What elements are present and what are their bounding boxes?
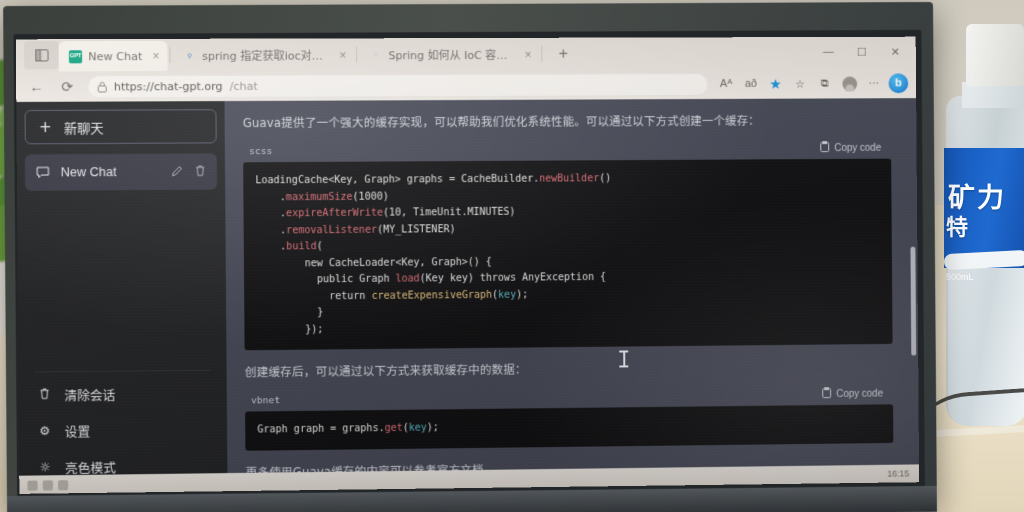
tab-strip: GPT New Chat × ⚲ spring 指定获取ioc对象 - 搜索 ×…	[16, 37, 916, 72]
tab-new-chat[interactable]: GPT New Chat ×	[59, 41, 168, 72]
taskbar-icons	[27, 480, 68, 491]
browser-toolbar-icons: Aᴬ að ★ ☆ ⧉ ··· b	[714, 71, 910, 96]
sun-icon: ☼	[38, 460, 51, 474]
sidebar-item-clear-conversations[interactable]: 清除会话	[27, 375, 219, 413]
pencil-glyph	[171, 164, 183, 176]
sidebar-divider	[35, 370, 211, 373]
copy-code-button[interactable]: Copy code	[820, 141, 881, 155]
bing-glyph: b	[889, 73, 909, 93]
tab-title: spring 指定获取ioc对象 - 搜索	[202, 47, 329, 63]
tab-spring-ioc[interactable]: ◌ Spring 如何从 IoC 容器中获取对 ×	[359, 40, 539, 71]
minimize-button[interactable]: —	[812, 39, 846, 65]
code-content[interactable]: Graph graph = graphs.get(key);	[245, 404, 893, 450]
immersive-reader-icon[interactable]: að	[739, 72, 763, 96]
taskbar-icon[interactable]	[58, 480, 68, 490]
copy-code-button[interactable]: Copy code	[822, 387, 883, 402]
code-content[interactable]: LoadingCache<Key, Graph> graphs = CacheB…	[243, 159, 892, 351]
gear-icon: ⚙	[38, 424, 51, 438]
delete-icon[interactable]	[195, 164, 206, 179]
search-favicon: ⚲	[183, 49, 196, 62]
avatar	[842, 76, 857, 91]
code-block-scss: scss Copy code LoadingCache<Key, Graph> …	[243, 139, 893, 350]
sidebar-item-label: 清除会话	[64, 384, 115, 404]
tab-title: Spring 如何从 IoC 容器中获取对	[388, 47, 514, 63]
bing-copilot-icon[interactable]: b	[887, 71, 911, 95]
clipboard-icon	[820, 141, 829, 155]
loading-favicon: ◌	[369, 49, 382, 62]
window-controls: — ☐ ✕	[812, 37, 912, 67]
water-bottle-cap	[966, 24, 1024, 86]
navigation-bar: ← ⟳ https://chat-gpt.org/chat Aᴬ að ★ ☆ …	[16, 68, 916, 102]
code-language-label: vbnet	[251, 395, 280, 406]
add-favorite-icon[interactable]: ☆	[788, 72, 812, 96]
favorite-star-icon[interactable]: ★	[764, 72, 788, 96]
assistant-message: Guava提供了一个强大的缓存实现，可以帮助我们优化系统性能。可以通过以下方式创…	[224, 98, 919, 483]
taskbar-icon[interactable]	[43, 480, 53, 490]
settings-more-icon[interactable]: ···	[862, 71, 886, 95]
copy-code-label: Copy code	[836, 388, 883, 399]
tab-title: New Chat	[88, 50, 142, 63]
collections-icon[interactable]: ⧉	[813, 72, 837, 96]
tab-separator	[170, 47, 171, 63]
clipboard-icon	[822, 387, 831, 401]
tab-separator	[541, 46, 542, 62]
code-block-vbnet: vbnet Copy code Graph graph = graphs.get…	[245, 384, 893, 450]
chat-message-area: Guava提供了一个强大的缓存实现，可以帮助我们优化系统性能。可以通过以下方式创…	[224, 98, 919, 491]
laptop-screen: GPT New Chat × ⚲ spring 指定获取ioc对象 - 搜索 ×…	[16, 37, 919, 494]
read-aloud-icon[interactable]: Aᴬ	[714, 72, 738, 96]
conversation-title: New Chat	[61, 165, 161, 180]
chatgpt-page: + 新聊天 New Chat 清除会话 ⚙ 设置 ☼ 亮色模式 Guava提供了…	[16, 98, 919, 494]
profile-icon[interactable]	[837, 72, 861, 96]
laptop: GPT New Chat × ⚲ spring 指定获取ioc对象 - 搜索 ×…	[3, 2, 937, 512]
sidebar-item-settings[interactable]: ⚙ 设置	[27, 411, 219, 450]
browser-chrome: GPT New Chat × ⚲ spring 指定获取ioc对象 - 搜索 ×…	[16, 37, 916, 102]
tab-actions-icon[interactable]	[24, 41, 59, 69]
url-host: https://chat-gpt.org	[114, 79, 223, 93]
tab-separator	[356, 46, 357, 62]
address-bar[interactable]: https://chat-gpt.org/chat	[87, 73, 708, 98]
tab-close-icon[interactable]: ×	[152, 49, 159, 63]
tab-spring-search[interactable]: ⚲ spring 指定获取ioc对象 - 搜索 ×	[173, 40, 355, 71]
copy-code-label: Copy code	[834, 142, 881, 153]
maximize-button[interactable]: ☐	[845, 39, 879, 65]
text-cursor-icon	[619, 350, 628, 367]
chatgpt-favicon: GPT	[69, 50, 82, 63]
paragraph-retrieve: 创建缓存后，可以通过以下方式来获取缓存中的数据：	[245, 356, 893, 383]
chat-bubble-icon	[36, 166, 49, 178]
new-tab-button[interactable]: +	[550, 42, 576, 68]
sidebar-item-label: 设置	[65, 421, 91, 440]
lock-icon	[98, 81, 107, 92]
taskbar-icon[interactable]	[27, 481, 37, 491]
tab-close-icon[interactable]: ×	[524, 48, 531, 62]
close-button[interactable]: ✕	[878, 39, 912, 65]
plus-icon: +	[39, 118, 52, 136]
code-language-label: scss	[249, 146, 272, 157]
water-bottle-volume: 500mL	[946, 272, 974, 282]
page-scrollbar[interactable]	[910, 247, 916, 356]
new-chat-button[interactable]: + 新聊天	[25, 109, 217, 144]
sidebar: + 新聊天 New Chat 清除会话 ⚙ 设置 ☼ 亮色模式	[16, 101, 227, 494]
bottle-label-line2: 特	[946, 210, 968, 242]
tab-actions-glyph	[35, 49, 48, 61]
conversation-item[interactable]: New Chat	[25, 153, 217, 190]
tab-close-icon[interactable]: ×	[339, 48, 346, 62]
edit-icon[interactable]	[171, 164, 183, 179]
url-path: /chat	[230, 79, 258, 92]
trash-icon	[38, 387, 51, 402]
sidebar-spacer	[25, 190, 218, 368]
new-chat-label: 新聊天	[64, 117, 104, 136]
trash-glyph	[195, 164, 206, 176]
refresh-button[interactable]: ⟳	[53, 74, 82, 98]
taskbar-clock: 16:15	[887, 468, 909, 478]
paragraph-intro: Guava提供了一个强大的缓存实现，可以帮助我们优化系统性能。可以通过以下方式创…	[243, 110, 891, 133]
back-button[interactable]: ←	[22, 75, 51, 99]
